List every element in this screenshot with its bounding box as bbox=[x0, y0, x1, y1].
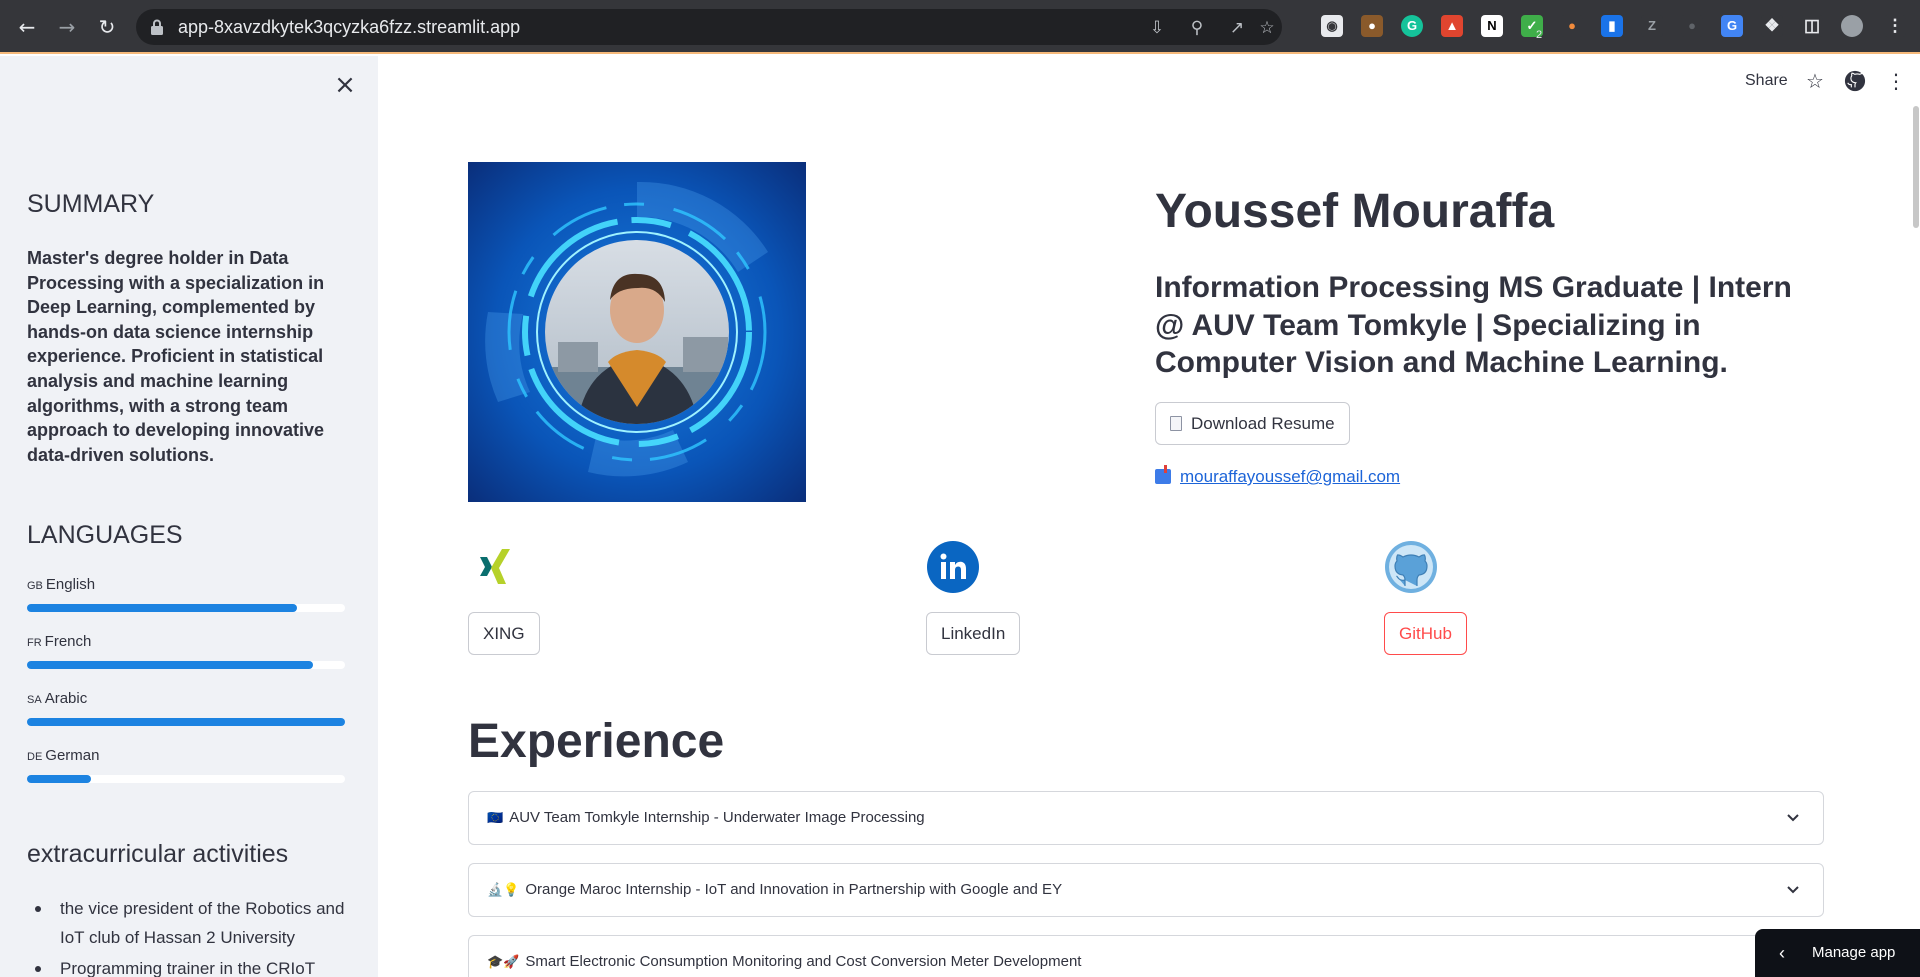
manage-app-label: Manage app bbox=[1812, 944, 1896, 961]
expander-title: Smart Electronic Consumption Monitoring … bbox=[525, 953, 1082, 970]
extension-drop-icon[interactable]: ● bbox=[1561, 15, 1583, 37]
experience-expander-meter[interactable]: 🎓🚀 Smart Electronic Consumption Monitorin… bbox=[468, 935, 1824, 977]
share-page-icon[interactable]: ↗ bbox=[1226, 17, 1248, 39]
experience-expander-orange[interactable]: 🔬💡 Orange Maroc Internship - IoT and Inno… bbox=[468, 863, 1824, 917]
extension-z-icon[interactable]: Z bbox=[1641, 15, 1663, 37]
share-button[interactable]: Share bbox=[1745, 72, 1788, 90]
extracurricular-heading: extracurricular activities bbox=[27, 840, 289, 868]
profile-avatar-icon[interactable] bbox=[1841, 15, 1863, 37]
reload-icon[interactable]: ↻ bbox=[92, 12, 122, 42]
download-resume-label: Download Resume bbox=[1191, 414, 1335, 433]
document-icon bbox=[1170, 416, 1182, 431]
language-progress-bar bbox=[27, 604, 345, 612]
graduation-rocket-icon: 🎓🚀 bbox=[487, 954, 520, 969]
profile-photo bbox=[468, 162, 806, 502]
extension-eye-icon[interactable]: ◉ bbox=[1321, 15, 1343, 37]
manage-app-button[interactable]: ‹ Manage app bbox=[1755, 929, 1920, 977]
language-arabic: SA Arabic bbox=[27, 690, 345, 726]
language-french: FR French bbox=[27, 633, 345, 669]
bookmark-star-icon[interactable]: ☆ bbox=[1256, 17, 1278, 39]
profile-name: Youssef Mouraffa bbox=[1155, 185, 1555, 238]
app-menu-icon[interactable]: ⋮ bbox=[1883, 68, 1909, 94]
linkedin-logo-icon bbox=[927, 541, 979, 593]
microscope-bulb-icon: 🔬💡 bbox=[487, 882, 520, 897]
language-progress-fill bbox=[27, 604, 298, 612]
email-row: mouraffayoussef@gmail.com bbox=[1155, 465, 1400, 487]
sidebar: × SUMMARY Master's degree holder in Data… bbox=[0, 56, 378, 977]
zoom-icon[interactable]: ⚲ bbox=[1186, 17, 1208, 39]
language-name: French bbox=[44, 633, 92, 650]
experience-expander-auv[interactable]: 🇪🇺 AUV Team Tomkyle Internship - Underwat… bbox=[468, 791, 1824, 845]
mailbox-icon bbox=[1155, 465, 1171, 484]
language-german: DE German bbox=[27, 747, 345, 783]
flag-sa-icon: SA bbox=[27, 694, 42, 706]
extension-cookie-icon[interactable]: ● bbox=[1361, 15, 1383, 37]
list-item: the vice president of the Robotics and I… bbox=[27, 894, 347, 952]
star-icon[interactable]: ☆ bbox=[1802, 68, 1828, 94]
extracurricular-list: the vice president of the Robotics and I… bbox=[27, 894, 347, 977]
language-name: German bbox=[45, 747, 100, 764]
extension-grammarly-icon[interactable]: G bbox=[1401, 15, 1423, 37]
browser-menu-icon[interactable]: ⋮ bbox=[1884, 15, 1906, 37]
extension-notion-icon[interactable]: N bbox=[1481, 15, 1503, 37]
back-icon[interactable]: ← bbox=[12, 12, 42, 42]
profile-headline: Information Processing MS Graduate | Int… bbox=[1155, 271, 1792, 379]
summary-heading: SUMMARY bbox=[27, 190, 155, 218]
download-resume-button[interactable]: Download Resume bbox=[1155, 402, 1350, 445]
language-name: English bbox=[45, 576, 96, 593]
chevron-down-icon bbox=[1787, 886, 1799, 894]
lock-icon bbox=[151, 19, 163, 35]
languages-heading: LANGUAGES bbox=[27, 521, 183, 549]
language-english: GB English bbox=[27, 576, 345, 612]
linkedin-button[interactable]: LinkedIn bbox=[926, 612, 1021, 655]
flag-fr-icon: FR bbox=[27, 637, 42, 649]
side-panel-icon[interactable]: ◫ bbox=[1801, 15, 1823, 37]
extension-gray-icon[interactable]: ● bbox=[1681, 15, 1703, 37]
extension-translate-icon[interactable]: G bbox=[1721, 15, 1743, 37]
main-content: Share ☆ ⋮ Youssef Mouraffa Information P… bbox=[378, 56, 1920, 977]
language-progress-fill bbox=[27, 718, 345, 726]
address-bar[interactable]: app-8xavzdkytek3qcyzka6fzz.streamlit.app… bbox=[136, 9, 1282, 45]
expander-title: AUV Team Tomkyle Internship - Underwater… bbox=[509, 809, 925, 826]
language-name: Arabic bbox=[44, 690, 88, 707]
extensions-puzzle-icon[interactable]: ❖ bbox=[1761, 15, 1783, 37]
language-progress-bar bbox=[27, 775, 345, 783]
url-text: app-8xavzdkytek3qcyzka6fzz.streamlit.app bbox=[178, 17, 521, 37]
language-progress-bar bbox=[27, 718, 345, 726]
expander-title: Orange Maroc Internship - IoT and Innova… bbox=[525, 881, 1063, 898]
summary-text: Master's degree holder in Data Processin… bbox=[27, 248, 325, 465]
experience-heading: Experience bbox=[468, 715, 725, 768]
email-link[interactable]: mouraffayoussef@gmail.com bbox=[1180, 467, 1400, 486]
flag-gb-icon: GB bbox=[27, 580, 43, 592]
flag-icon: 🇪🇺 bbox=[487, 810, 504, 825]
language-progress-fill bbox=[27, 775, 91, 783]
extension-blue-icon[interactable]: ▮ bbox=[1601, 15, 1623, 37]
flag-de-icon: DE bbox=[27, 751, 43, 763]
browser-toolbar: ← → ↻ app-8xavzdkytek3qcyzka6fzz.streaml… bbox=[0, 0, 1920, 54]
install-app-icon[interactable]: ⇩ bbox=[1146, 17, 1168, 39]
chevron-left-icon: ‹ bbox=[1779, 943, 1785, 963]
close-sidebar-icon[interactable]: × bbox=[332, 72, 358, 98]
github-button[interactable]: GitHub bbox=[1384, 612, 1467, 655]
scrollbar[interactable] bbox=[1913, 106, 1919, 228]
github-logo-icon bbox=[1385, 541, 1437, 593]
github-icon[interactable] bbox=[1844, 70, 1866, 92]
forward-icon[interactable]: → bbox=[52, 12, 82, 42]
xing-button[interactable]: XING bbox=[468, 612, 540, 655]
extension-badge: 2 bbox=[1536, 29, 1543, 41]
list-item: Programming trainer in the CRIoT bbox=[27, 954, 347, 977]
extension-red-icon[interactable]: ▲ bbox=[1441, 15, 1463, 37]
chevron-down-icon bbox=[1787, 814, 1799, 822]
language-progress-fill bbox=[27, 661, 314, 669]
language-progress-bar bbox=[27, 661, 345, 669]
xing-logo-icon bbox=[480, 549, 510, 584]
